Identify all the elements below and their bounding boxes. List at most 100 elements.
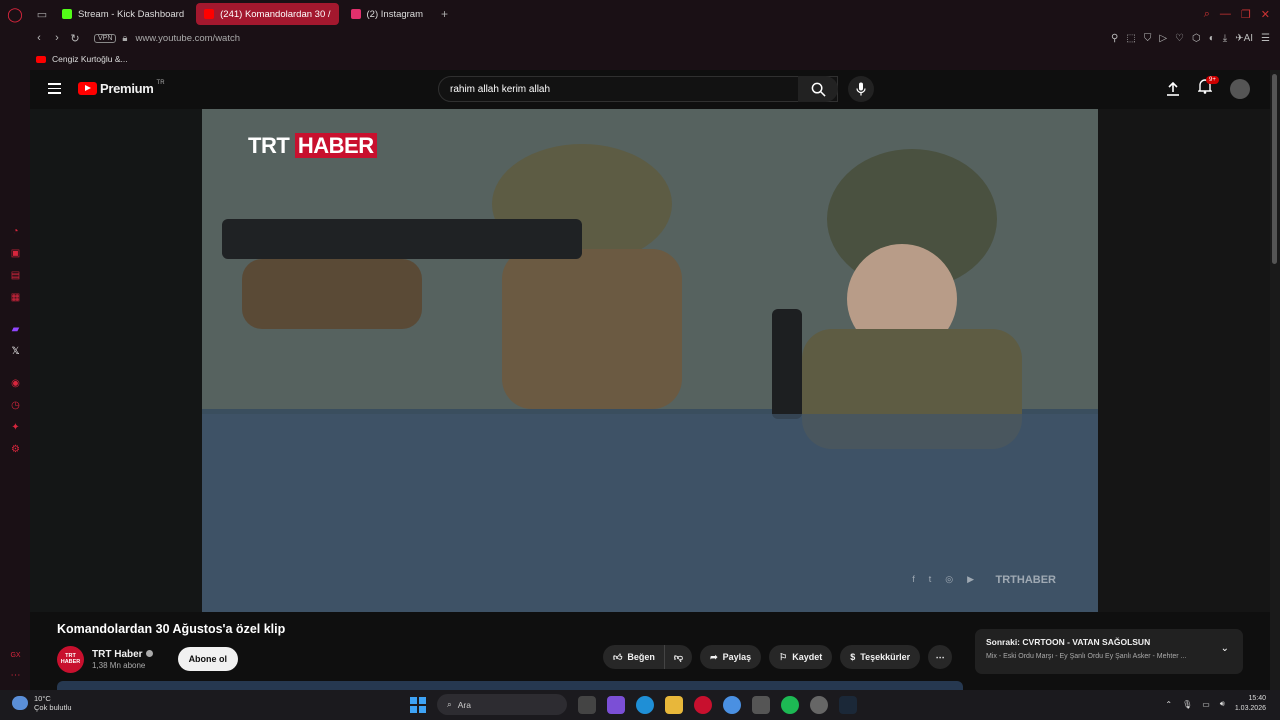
profile-icon[interactable]: ◐ xyxy=(1209,33,1215,44)
bookmark-item[interactable]: Cengiz Kurtoğlu &... xyxy=(52,54,128,64)
network-icon[interactable]: ▭ xyxy=(1202,700,1210,709)
logo-region: TR xyxy=(156,79,165,86)
facebook-icon: f xyxy=(912,574,915,584)
weather-widget[interactable]: 10°C Çok bulutlu xyxy=(12,694,72,712)
messenger-icon[interactable]: ▤ xyxy=(10,270,21,281)
bag-icon[interactable]: ▣ xyxy=(10,248,21,259)
tab-kick[interactable]: Stream - Kick Dashboard xyxy=(54,3,192,25)
twitch-icon[interactable]: ▰ xyxy=(10,324,21,335)
channel-name[interactable]: TRT Haber xyxy=(92,649,153,660)
description-box[interactable] xyxy=(57,681,963,690)
more-icon[interactable]: ⋯ xyxy=(10,670,21,681)
settings-icon[interactable]: ⚙ xyxy=(10,444,21,455)
tray-expand-icon[interactable]: ⌃ xyxy=(1165,700,1172,709)
menu-icon[interactable] xyxy=(48,83,61,94)
more-actions-button[interactable]: ⋯ xyxy=(928,645,953,669)
volume-icon[interactable]: 🔊︎ xyxy=(1220,699,1225,709)
chevron-down-icon[interactable]: ⌄ xyxy=(1221,643,1229,654)
share-button[interactable]: ➦ Paylaş xyxy=(700,645,762,669)
minimize-button[interactable]: — xyxy=(1220,8,1231,21)
gx-icon[interactable]: GX xyxy=(10,650,21,661)
mic-tray-icon[interactable]: 🎙︎ xyxy=(1182,700,1192,709)
upload-icon[interactable] xyxy=(1166,82,1180,96)
video-player[interactable]: TRT HABER f t ◎ ▶ TRTHABER xyxy=(202,109,1098,612)
youtube-logo[interactable]: Premium TR xyxy=(78,79,165,96)
yt-header: Premium TR rahim allah kerim allah ✕ 9+ xyxy=(30,70,1270,108)
channel-avatar[interactable]: TRT HABER xyxy=(57,645,84,673)
app-icon[interactable] xyxy=(810,695,828,714)
weather-icon xyxy=(12,696,28,710)
chrome-icon[interactable] xyxy=(723,695,741,714)
logo-text: Premium xyxy=(100,81,154,96)
start-icon[interactable] xyxy=(410,696,426,713)
extensions-sidebar-icon[interactable]: ✦ xyxy=(10,422,21,433)
dislike-button[interactable]: 👎︎ xyxy=(664,645,693,669)
video-actions: 👍︎ Beğen 👎︎ ➦ Paylaş ⚐ Kaydet $ Teşekkür… xyxy=(603,645,953,669)
subscribe-button[interactable]: Abone ol xyxy=(177,647,239,671)
new-tab-button[interactable]: + xyxy=(441,7,448,21)
bookmarks-bar: Cengiz Kurtoğlu &... xyxy=(0,48,1280,70)
menu-icon[interactable]: ☰ xyxy=(1261,33,1270,44)
channel-info: TRT Haber 1,38 Mn abone xyxy=(92,649,153,670)
task-view-icon[interactable] xyxy=(578,695,596,714)
notifications-button[interactable]: 9+ xyxy=(1197,76,1219,99)
avatar[interactable] xyxy=(1230,79,1250,99)
vpn-badge[interactable]: VPN xyxy=(94,33,117,43)
search-input[interactable]: rahim allah kerim allah ✕ xyxy=(438,76,838,102)
tab-instagram[interactable]: (2) Instagram xyxy=(343,3,432,25)
video-meta: Komandolardan 30 Ağustos'a özel klip xyxy=(57,622,285,636)
player-icon[interactable]: ▷ xyxy=(1159,33,1167,44)
save-label: Kaydet xyxy=(792,652,823,662)
shield-icon[interactable]: ⛉ xyxy=(1144,33,1152,44)
forward-button[interactable]: › xyxy=(48,32,66,44)
aria-icon[interactable]: ◔ xyxy=(10,226,21,237)
youtube-bookmark-icon xyxy=(36,55,46,63)
taskbar-apps: ⌕ Ara xyxy=(410,694,857,715)
bookmark-icon: ⚐ xyxy=(779,651,788,662)
pin-icon[interactable]: ⚲ xyxy=(1111,33,1118,44)
player-sidebar-icon[interactable]: ◉ xyxy=(10,378,21,389)
office-icon[interactable] xyxy=(607,695,625,714)
store-icon[interactable] xyxy=(752,695,770,714)
download-icon[interactable]: ⤓ xyxy=(1223,33,1227,44)
up-next-card[interactable]: Sonraki: CVRTOON - VATAN SAĞOLSUN Mix - … xyxy=(975,629,1243,674)
voice-search-button[interactable] xyxy=(848,76,874,102)
spotify-icon[interactable] xyxy=(781,695,799,714)
search-button[interactable] xyxy=(798,76,838,102)
scrollbar-thumb[interactable] xyxy=(1272,74,1277,264)
next-label: Sonraki: xyxy=(986,637,1021,647)
thanks-button[interactable]: $ Teşekkürler xyxy=(840,645,921,669)
edge-icon[interactable] xyxy=(636,695,654,714)
channel-name-text: TRT Haber xyxy=(92,648,143,660)
url-field[interactable]: www.youtube.com/watch xyxy=(135,33,240,44)
heart-icon[interactable]: ♡ xyxy=(1175,33,1184,44)
workspaces-icon[interactable]: ▭ xyxy=(30,8,54,21)
snapshot-icon[interactable]: ⬚ xyxy=(1126,33,1135,44)
opera-gx-icon[interactable] xyxy=(694,695,712,714)
search-tabs-icon[interactable]: ⌕ xyxy=(1204,8,1210,21)
save-button[interactable]: ⚐ Kaydet xyxy=(769,645,833,669)
maximize-button[interactable]: ❐ xyxy=(1241,8,1251,21)
steam-icon[interactable] xyxy=(839,695,857,714)
tab-youtube[interactable]: (241) Komandolardan 30 / xyxy=(196,3,339,25)
next-title: Sonraki: CVRTOON - VATAN SAĞOLSUN xyxy=(986,637,1232,647)
extensions-icon[interactable]: ⬡ xyxy=(1192,33,1201,44)
ai-button[interactable]: ✈AI xyxy=(1235,33,1253,44)
clock[interactable]: 15:40 1.03.2026 xyxy=(1235,694,1266,714)
opera-logo-icon[interactable]: ◯ xyxy=(0,0,30,28)
close-button[interactable]: ✕ xyxy=(1261,8,1270,21)
logo-trt: TRT xyxy=(248,133,290,158)
m-icon[interactable]: ▦ xyxy=(10,292,21,303)
youtube-play-icon xyxy=(78,82,97,95)
file-explorer-icon[interactable] xyxy=(665,695,683,714)
back-button[interactable]: ‹ xyxy=(30,32,48,44)
next-video-title: CVRTOON - VATAN SAĞOLSUN xyxy=(1022,637,1151,647)
reload-button[interactable]: ↻ xyxy=(66,32,84,45)
x-icon[interactable]: 𝕏 xyxy=(10,346,21,357)
youtube-page: Premium TR rahim allah kerim allah ✕ 9+ xyxy=(30,70,1270,690)
taskbar-search[interactable]: ⌕ Ara xyxy=(437,694,567,715)
like-button[interactable]: 👍︎ Beğen xyxy=(603,645,665,669)
next-playlist: Mix - Eski Ordu Marşı - Ey Şanlı Ordu Ey… xyxy=(986,653,1187,660)
scrollbar[interactable] xyxy=(1270,70,1280,690)
history-icon[interactable]: ◷ xyxy=(10,400,21,411)
